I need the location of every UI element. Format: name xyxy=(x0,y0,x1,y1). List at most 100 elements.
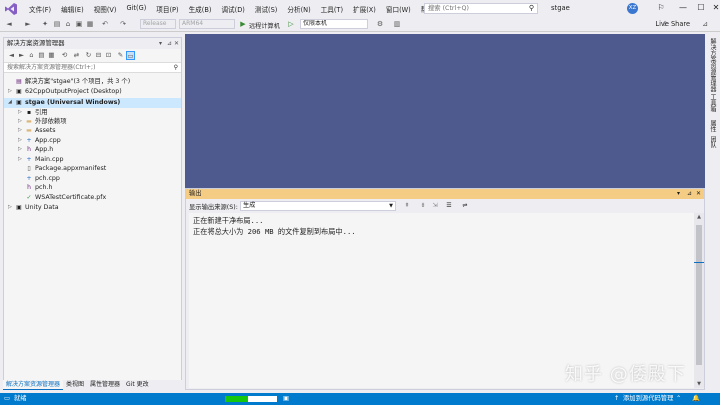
dock-tab[interactable]: 属性 xyxy=(708,120,717,132)
expand-icon[interactable]: ▷ xyxy=(8,87,15,97)
solution-tab[interactable]: 解决方案资源管理器 xyxy=(3,380,64,390)
save-icon[interactable]: ▣ xyxy=(74,19,84,29)
expand-icon[interactable]: ▷ xyxy=(18,145,25,155)
output-status-icon[interactable]: ▣ xyxy=(283,393,289,405)
menu-item[interactable]: 测试(S) xyxy=(250,4,283,14)
undo-icon[interactable]: ↶ xyxy=(100,19,110,29)
start-debug-icon[interactable]: ▶ xyxy=(238,19,248,29)
source-control-button[interactable]: 添加到源代码管理 xyxy=(623,393,673,405)
home-icon[interactable]: ⌂ xyxy=(27,51,36,60)
tree-item[interactable]: h pch.h xyxy=(4,183,181,193)
refresh-icon[interactable]: ↻ xyxy=(84,51,93,60)
new-project-icon[interactable]: ✦ xyxy=(40,19,50,29)
output-source-select[interactable]: 生成 ▼ xyxy=(240,201,396,211)
properties-icon[interactable]: ✎ xyxy=(116,51,125,60)
platform-select[interactable]: ARM64 xyxy=(179,19,235,29)
layout-icon[interactable]: ▥ xyxy=(392,19,402,29)
debug-tools-icon[interactable]: ⚙ xyxy=(375,19,385,29)
notification-icon[interactable]: 🔔 xyxy=(692,393,700,405)
dropdown-icon[interactable]: ▾ xyxy=(159,38,162,49)
debug-target-label[interactable]: 远程计算机 xyxy=(249,21,280,30)
dock-tab[interactable]: 工具箱 xyxy=(708,94,717,112)
expand-icon[interactable]: ▷ xyxy=(8,203,15,213)
tree-item[interactable]: ▤ 解决方案"stgae"(3 个项目，共 3 个) xyxy=(4,77,181,87)
dock-tab[interactable]: 解决方案资源管理器 xyxy=(708,38,717,92)
tree-item[interactable]: ▷ h App.h xyxy=(4,145,181,155)
menu-item[interactable]: 生成(B) xyxy=(184,4,217,14)
close-button[interactable]: ✕ xyxy=(705,1,720,15)
avatar[interactable]: XZ xyxy=(627,3,638,14)
open-folder-icon[interactable]: ▤ xyxy=(52,19,62,29)
menu-item[interactable]: 调试(D) xyxy=(216,4,249,14)
solution-explorer-title: 解决方案资源管理器 xyxy=(7,39,65,47)
tree-item[interactable]: ▷ ▣ 62CppOutputProject (Desktop) xyxy=(4,87,181,97)
search-icon[interactable]: ⚲ xyxy=(174,63,178,73)
menu-item[interactable]: 分析(N) xyxy=(282,4,315,14)
progress-fill xyxy=(225,396,249,402)
solution-tab[interactable]: Git 更改 xyxy=(123,380,152,390)
word-wrap-icon[interactable]: ⇌ xyxy=(460,201,470,211)
menu-item[interactable]: 扩展(X) xyxy=(348,4,381,14)
scroll-down-icon[interactable]: ▼ xyxy=(694,381,704,387)
close-icon[interactable]: ✕ xyxy=(696,189,701,199)
search-icon[interactable]: ⚲ xyxy=(529,4,534,13)
find-message-icon[interactable]: ⇲ xyxy=(430,201,440,211)
solution-tab[interactable]: 属性管理器 xyxy=(87,380,123,390)
pin-icon[interactable]: ⊿ xyxy=(700,19,710,29)
pin-icon[interactable]: ⊿ xyxy=(167,38,172,49)
scope-select[interactable]: 仅限本机 xyxy=(300,19,368,29)
menu-item[interactable]: 视图(V) xyxy=(89,4,122,14)
start-without-debug-icon[interactable]: ▷ xyxy=(286,19,296,29)
menu-item[interactable]: 文件(F) xyxy=(24,4,56,14)
preview-icon[interactable]: ▭ xyxy=(126,51,135,60)
output-header: 输出 ▾ ⊿ ✕ xyxy=(186,189,704,199)
sync-icon[interactable]: ⇄ xyxy=(72,51,81,60)
menu-bar: 文件(F) 编辑(E) 视图(V) Git(G) 项目(P) 生成(B) 调试(D) 测试(S… xyxy=(0,0,720,17)
expand-icon[interactable]: ▷ xyxy=(18,126,25,136)
tree-item-label: Unity Data xyxy=(25,204,59,211)
tree-item[interactable]: ▷ ▬ Assets xyxy=(4,126,181,136)
tree-item[interactable]: ◢ ▣ stgae (Universal Windows) xyxy=(4,98,181,108)
tree-item[interactable]: ✓ WSATestCertificate.pfx xyxy=(4,193,181,203)
chevron-up-icon[interactable]: ⌃ xyxy=(676,393,681,405)
output-scrollbar[interactable]: ▲ ▼ xyxy=(694,213,704,388)
git-icon[interactable]: ▦ xyxy=(47,51,56,60)
forward-icon[interactable]: ► xyxy=(23,19,33,29)
search-input[interactable]: 搜索 (Ctrl+Q) ⚲ xyxy=(424,3,538,14)
redo-icon[interactable]: ↷ xyxy=(118,19,128,29)
go-to-previous-icon[interactable]: ⇞ xyxy=(402,201,412,211)
back-icon[interactable]: ◄ xyxy=(7,51,16,60)
show-all-files-icon[interactable]: ⊡ xyxy=(104,51,113,60)
editor-area[interactable] xyxy=(185,34,705,188)
configuration-select[interactable]: Release xyxy=(140,19,176,29)
back-icon[interactable]: ◄ xyxy=(4,19,14,29)
arrow-up-icon[interactable]: ↑ xyxy=(614,393,619,405)
scroll-thumb[interactable] xyxy=(696,225,702,365)
solution-search-input[interactable]: 搜索解决方案资源管理器(Ctrl+;) ⚲ xyxy=(4,63,181,73)
dropdown-icon[interactable]: ▾ xyxy=(677,189,680,199)
pending-changes-icon[interactable]: ⟲ xyxy=(60,51,69,60)
tree-item[interactable]: ▷ ▣ Unity Data xyxy=(4,203,181,213)
pin-icon[interactable]: ⊿ xyxy=(687,189,692,199)
tree-item[interactable]: ▯ Package.appxmanifest xyxy=(4,164,181,174)
tree-item-label: 62CppOutputProject (Desktop) xyxy=(25,88,122,95)
switch-views-icon[interactable]: ▤ xyxy=(37,51,46,60)
go-to-next-icon[interactable]: ⇟ xyxy=(418,201,428,211)
menu-item[interactable]: 项目(P) xyxy=(151,4,183,14)
collapse-all-icon[interactable]: ⊟ xyxy=(94,51,103,60)
open-file-icon[interactable]: ⌂ xyxy=(63,19,73,29)
scroll-up-icon[interactable]: ▲ xyxy=(694,214,704,220)
expand-icon[interactable]: ◢ xyxy=(8,98,15,108)
save-all-icon[interactable]: ▦ xyxy=(85,19,95,29)
menu-item[interactable]: 工具(T) xyxy=(316,4,348,14)
dock-tab[interactable]: 团队 xyxy=(708,136,717,148)
menu-item[interactable]: 编辑(E) xyxy=(56,4,89,14)
forward-icon[interactable]: ► xyxy=(17,51,26,60)
feedback-icon[interactable]: ⚐ xyxy=(650,1,672,15)
close-icon[interactable]: ✕ xyxy=(174,38,179,49)
menu-item[interactable]: Git(G) xyxy=(121,4,151,14)
clear-all-icon[interactable]: ☰ xyxy=(444,201,454,211)
solution-tab[interactable]: 类视图 xyxy=(63,380,87,390)
live-share-button[interactable]: Live Share xyxy=(655,20,690,28)
menu-item[interactable]: 窗口(W) xyxy=(381,4,416,14)
